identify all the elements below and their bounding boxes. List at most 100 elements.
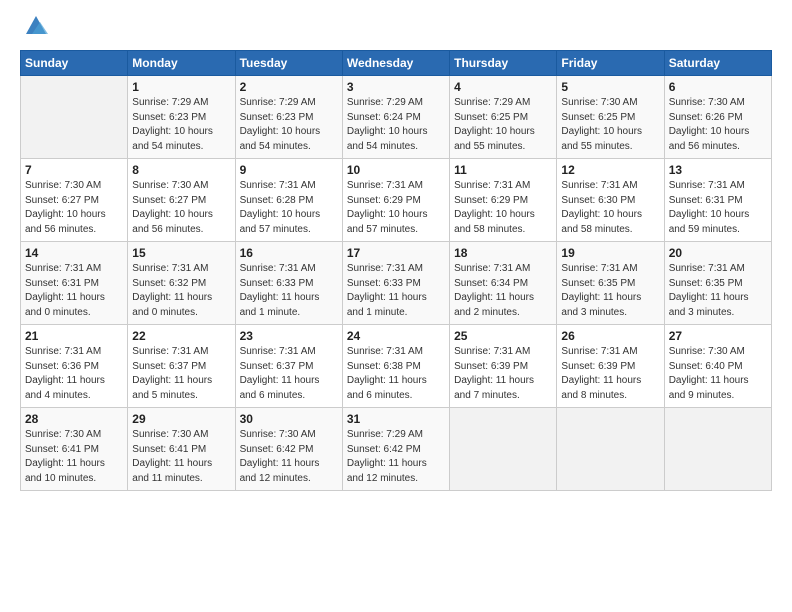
day-info: Sunrise: 7:30 AM Sunset: 6:41 PM Dayligh… — [132, 428, 230, 486]
day-info: Sunrise: 7:31 AM Sunset: 6:39 PM Dayligh… — [561, 345, 659, 403]
day-cell — [450, 408, 557, 491]
day-number: 17 — [347, 246, 445, 260]
day-cell: 5Sunrise: 7:30 AM Sunset: 6:25 PM Daylig… — [557, 76, 664, 159]
col-header-sunday: Sunday — [21, 51, 128, 76]
day-info: Sunrise: 7:29 AM Sunset: 6:25 PM Dayligh… — [454, 96, 552, 154]
day-cell — [557, 408, 664, 491]
day-cell: 4Sunrise: 7:29 AM Sunset: 6:25 PM Daylig… — [450, 76, 557, 159]
day-info: Sunrise: 7:31 AM Sunset: 6:29 PM Dayligh… — [454, 179, 552, 237]
week-row-2: 7 Sunrise: 7:30 AM Sunset: 6:27 PM Daylig… — [21, 159, 772, 242]
week-row-3: 14 Sunrise: 7:31 AM Sunset: 6:31 PM Dayli… — [21, 242, 772, 325]
day-cell: 28 Sunrise: 7:30 AM Sunset: 6:41 PM Dayli… — [21, 408, 128, 491]
day-info: Sunrise: 7:30 AM Sunset: 6:41 PM Dayligh… — [25, 428, 123, 486]
day-number: 19 — [561, 246, 659, 260]
day-number: 6 — [669, 80, 767, 94]
day-info: Sunrise: 7:29 AM Sunset: 6:42 PM Dayligh… — [347, 428, 445, 486]
day-cell: 16 Sunrise: 7:31 AM Sunset: 6:33 PM Dayli… — [235, 242, 342, 325]
day-info: Sunrise: 7:31 AM Sunset: 6:37 PM Dayligh… — [240, 345, 338, 403]
day-info: Sunrise: 7:30 AM Sunset: 6:27 PM Dayligh… — [25, 179, 123, 237]
day-number: 11 — [454, 163, 552, 177]
day-number: 28 — [25, 412, 123, 426]
day-info: Sunrise: 7:31 AM Sunset: 6:34 PM Dayligh… — [454, 262, 552, 320]
day-info: Sunrise: 7:30 AM Sunset: 6:27 PM Dayligh… — [132, 179, 230, 237]
day-cell: 29 Sunrise: 7:30 AM Sunset: 6:41 PM Dayli… — [128, 408, 235, 491]
day-cell: 11 Sunrise: 7:31 AM Sunset: 6:29 PM Dayli… — [450, 159, 557, 242]
day-info: Sunrise: 7:31 AM Sunset: 6:39 PM Dayligh… — [454, 345, 552, 403]
day-info: Sunrise: 7:31 AM Sunset: 6:30 PM Dayligh… — [561, 179, 659, 237]
day-cell: 12 Sunrise: 7:31 AM Sunset: 6:30 PM Dayli… — [557, 159, 664, 242]
day-cell — [21, 76, 128, 159]
day-cell: 2 Sunrise: 7:29 AM Sunset: 6:23 PM Daylig… — [235, 76, 342, 159]
day-number: 2 — [240, 80, 338, 94]
day-cell: 6 Sunrise: 7:30 AM Sunset: 6:26 PM Daylig… — [664, 76, 771, 159]
day-info: Sunrise: 7:31 AM Sunset: 6:37 PM Dayligh… — [132, 345, 230, 403]
day-info: Sunrise: 7:31 AM Sunset: 6:31 PM Dayligh… — [25, 262, 123, 320]
header-row: SundayMondayTuesdayWednesdayThursdayFrid… — [21, 51, 772, 76]
day-info: Sunrise: 7:31 AM Sunset: 6:32 PM Dayligh… — [132, 262, 230, 320]
logo-icon — [22, 12, 50, 40]
day-number: 23 — [240, 329, 338, 343]
day-number: 24 — [347, 329, 445, 343]
day-cell: 7 Sunrise: 7:30 AM Sunset: 6:27 PM Daylig… — [21, 159, 128, 242]
day-number: 30 — [240, 412, 338, 426]
week-row-5: 28 Sunrise: 7:30 AM Sunset: 6:41 PM Dayli… — [21, 408, 772, 491]
day-info: Sunrise: 7:31 AM Sunset: 6:33 PM Dayligh… — [240, 262, 338, 320]
day-cell: 24 Sunrise: 7:31 AM Sunset: 6:38 PM Dayli… — [342, 325, 449, 408]
col-header-wednesday: Wednesday — [342, 51, 449, 76]
col-header-tuesday: Tuesday — [235, 51, 342, 76]
week-row-4: 21Sunrise: 7:31 AM Sunset: 6:36 PM Dayli… — [21, 325, 772, 408]
day-cell — [664, 408, 771, 491]
day-number: 14 — [25, 246, 123, 260]
day-number: 22 — [132, 329, 230, 343]
day-number: 8 — [132, 163, 230, 177]
day-info: Sunrise: 7:30 AM Sunset: 6:26 PM Dayligh… — [669, 96, 767, 154]
day-info: Sunrise: 7:31 AM Sunset: 6:31 PM Dayligh… — [669, 179, 767, 237]
day-cell: 18Sunrise: 7:31 AM Sunset: 6:34 PM Dayli… — [450, 242, 557, 325]
day-info: Sunrise: 7:31 AM Sunset: 6:38 PM Dayligh… — [347, 345, 445, 403]
day-number: 27 — [669, 329, 767, 343]
day-cell: 1 Sunrise: 7:29 AM Sunset: 6:23 PM Daylig… — [128, 76, 235, 159]
day-number: 31 — [347, 412, 445, 426]
day-number: 12 — [561, 163, 659, 177]
day-number: 7 — [25, 163, 123, 177]
day-info: Sunrise: 7:31 AM Sunset: 6:35 PM Dayligh… — [669, 262, 767, 320]
day-number: 29 — [132, 412, 230, 426]
day-number: 20 — [669, 246, 767, 260]
day-number: 21 — [25, 329, 123, 343]
day-cell: 19Sunrise: 7:31 AM Sunset: 6:35 PM Dayli… — [557, 242, 664, 325]
day-cell: 3 Sunrise: 7:29 AM Sunset: 6:24 PM Daylig… — [342, 76, 449, 159]
day-cell: 15 Sunrise: 7:31 AM Sunset: 6:32 PM Dayli… — [128, 242, 235, 325]
day-cell: 10Sunrise: 7:31 AM Sunset: 6:29 PM Dayli… — [342, 159, 449, 242]
day-info: Sunrise: 7:29 AM Sunset: 6:23 PM Dayligh… — [240, 96, 338, 154]
day-number: 16 — [240, 246, 338, 260]
day-info: Sunrise: 7:30 AM Sunset: 6:42 PM Dayligh… — [240, 428, 338, 486]
day-cell: 25Sunrise: 7:31 AM Sunset: 6:39 PM Dayli… — [450, 325, 557, 408]
day-cell: 8 Sunrise: 7:30 AM Sunset: 6:27 PM Daylig… — [128, 159, 235, 242]
calendar-table: SundayMondayTuesdayWednesdayThursdayFrid… — [20, 50, 772, 491]
day-cell: 21Sunrise: 7:31 AM Sunset: 6:36 PM Dayli… — [21, 325, 128, 408]
day-number: 26 — [561, 329, 659, 343]
day-cell: 20 Sunrise: 7:31 AM Sunset: 6:35 PM Dayli… — [664, 242, 771, 325]
day-cell: 14 Sunrise: 7:31 AM Sunset: 6:31 PM Dayli… — [21, 242, 128, 325]
col-header-friday: Friday — [557, 51, 664, 76]
day-cell: 26 Sunrise: 7:31 AM Sunset: 6:39 PM Dayli… — [557, 325, 664, 408]
col-header-monday: Monday — [128, 51, 235, 76]
day-cell: 31 Sunrise: 7:29 AM Sunset: 6:42 PM Dayli… — [342, 408, 449, 491]
day-cell: 17 Sunrise: 7:31 AM Sunset: 6:33 PM Dayli… — [342, 242, 449, 325]
day-cell: 22 Sunrise: 7:31 AM Sunset: 6:37 PM Dayli… — [128, 325, 235, 408]
day-cell: 30 Sunrise: 7:30 AM Sunset: 6:42 PM Dayli… — [235, 408, 342, 491]
col-header-thursday: Thursday — [450, 51, 557, 76]
day-info: Sunrise: 7:31 AM Sunset: 6:28 PM Dayligh… — [240, 179, 338, 237]
day-number: 3 — [347, 80, 445, 94]
day-info: Sunrise: 7:29 AM Sunset: 6:24 PM Dayligh… — [347, 96, 445, 154]
day-info: Sunrise: 7:29 AM Sunset: 6:23 PM Dayligh… — [132, 96, 230, 154]
day-cell: 9Sunrise: 7:31 AM Sunset: 6:28 PM Daylig… — [235, 159, 342, 242]
day-number: 1 — [132, 80, 230, 94]
day-number: 15 — [132, 246, 230, 260]
day-info: Sunrise: 7:31 AM Sunset: 6:33 PM Dayligh… — [347, 262, 445, 320]
day-info: Sunrise: 7:31 AM Sunset: 6:29 PM Dayligh… — [347, 179, 445, 237]
day-number: 13 — [669, 163, 767, 177]
header — [20, 18, 772, 40]
logo — [20, 18, 50, 40]
day-cell: 23 Sunrise: 7:31 AM Sunset: 6:37 PM Dayli… — [235, 325, 342, 408]
